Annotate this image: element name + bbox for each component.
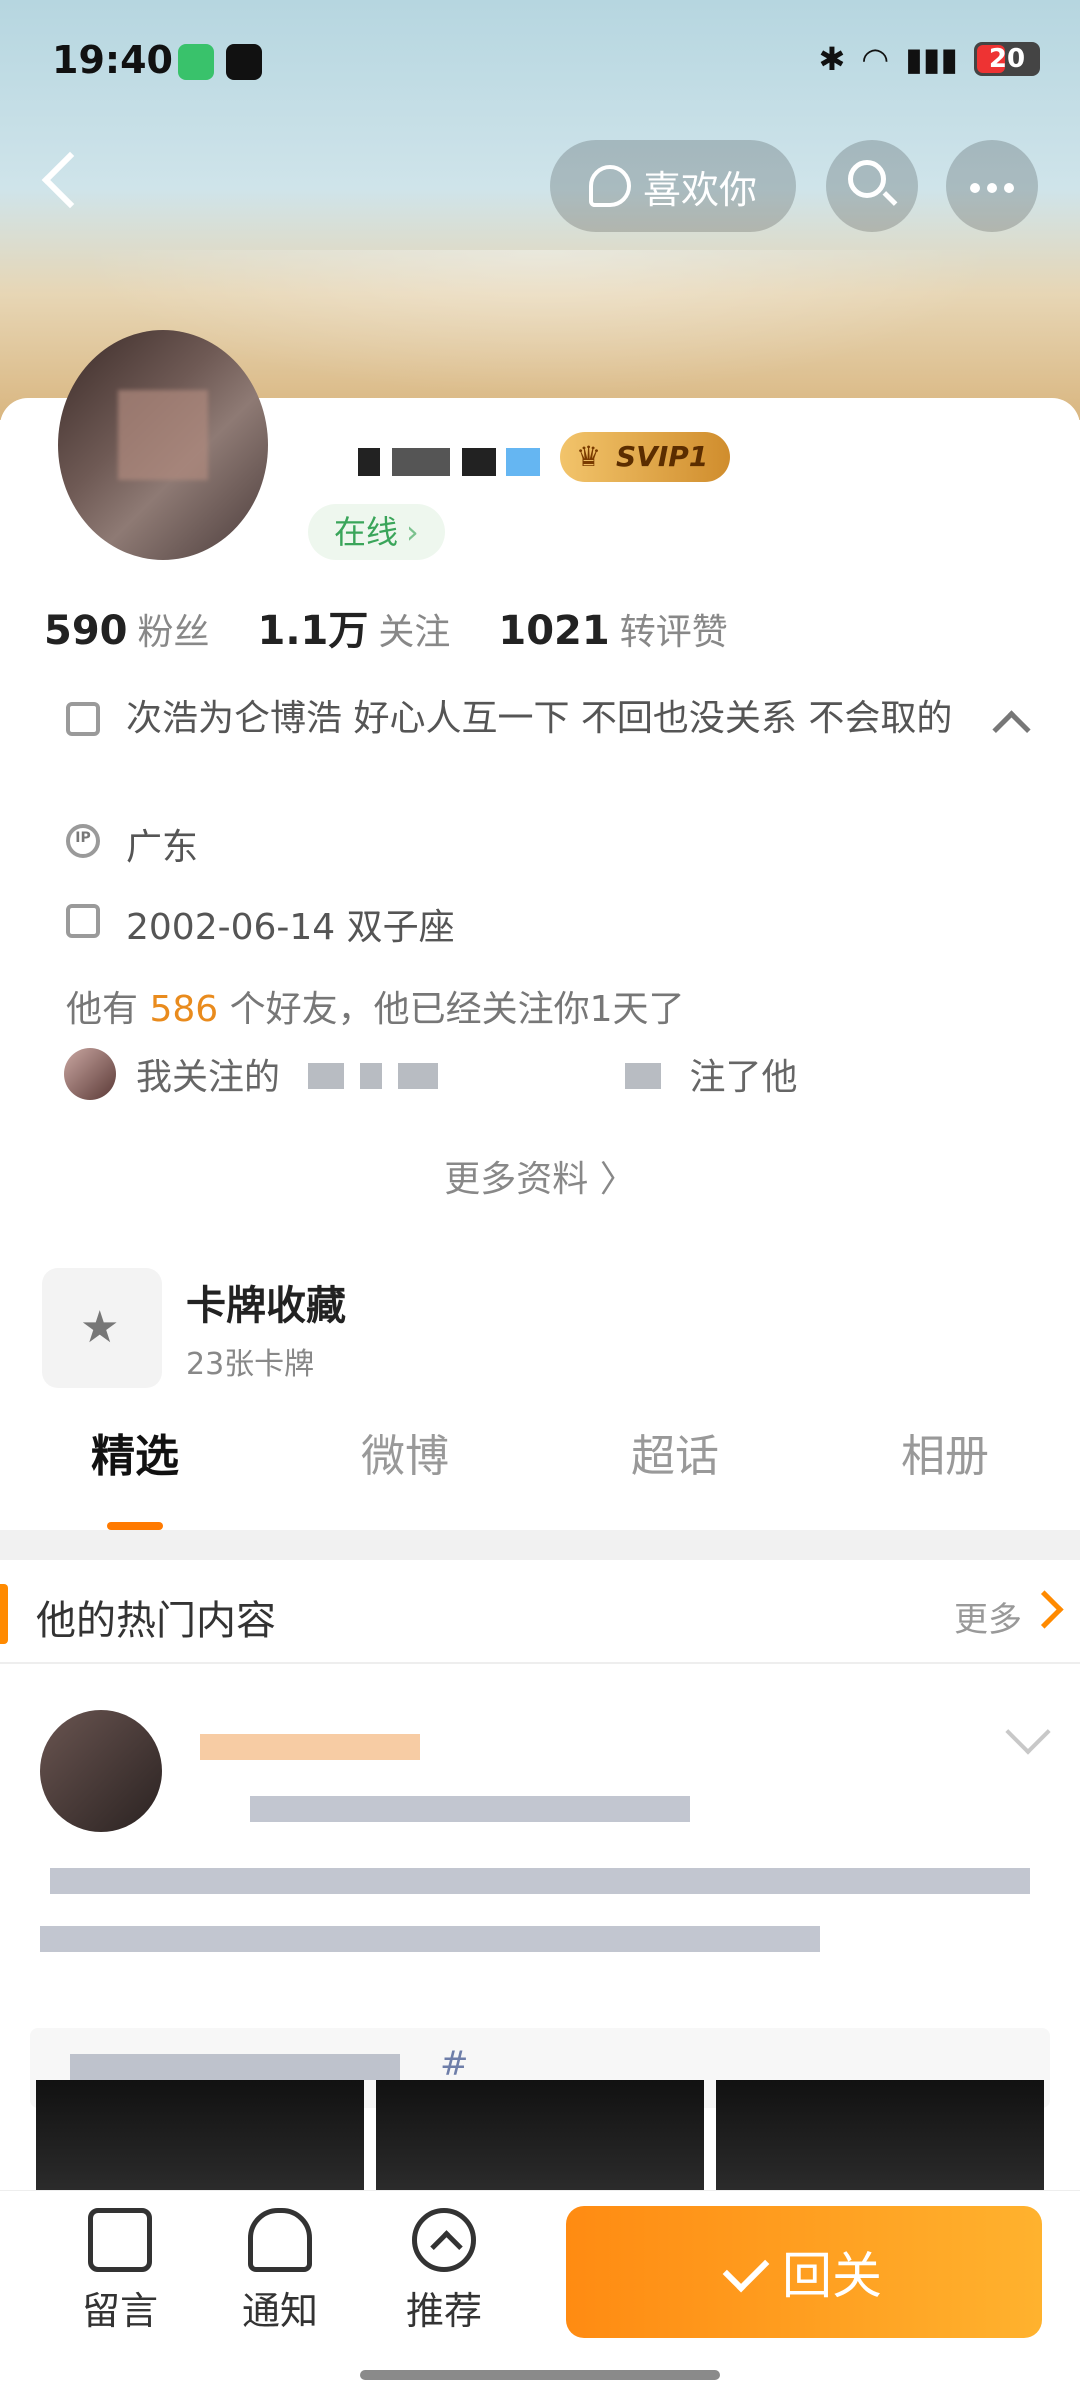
avatar[interactable]: [58, 330, 268, 560]
bluetooth-icon: ✱: [818, 40, 846, 78]
post-image[interactable]: [376, 2080, 704, 2190]
tab-featured[interactable]: 精选: [91, 1420, 179, 1520]
back-button[interactable]: [36, 150, 96, 210]
stat-value: 1.1万: [257, 608, 369, 654]
section-accent-bar: [0, 1584, 8, 1644]
profile-stats: 590 粉丝 1.1万 关注 1021 转评赞: [44, 598, 728, 656]
blurred-hashtag: [70, 2054, 400, 2080]
recommend-label: 推荐: [405, 2289, 482, 2333]
card-collection-count: 23张卡牌: [186, 1347, 315, 1382]
post-menu-chevron-icon[interactable]: [1005, 1709, 1051, 1755]
status-bar: 19:40 ✱ ◠ ▮▮▮ 20: [0, 0, 1080, 120]
calendar-icon: [66, 904, 100, 938]
blurred-username: [200, 1734, 420, 1760]
signal-icon: ▮▮▮: [905, 40, 958, 78]
blur-block: [392, 448, 450, 476]
mutual-names-blurred: [300, 1054, 669, 1095]
mutual-suffix: 注了他: [689, 1057, 798, 1098]
hot-content-title: 他的热门内容: [36, 1598, 276, 1644]
stat-following[interactable]: 1.1万 关注: [258, 598, 451, 656]
blur-block: [462, 448, 496, 476]
notification-app-icon: [226, 44, 262, 80]
status-icons: ✱ ◠ ▮▮▮ 20: [818, 40, 1040, 78]
more-dot: [970, 183, 980, 193]
more-options-button[interactable]: [946, 140, 1038, 232]
blur-block: [358, 448, 380, 476]
birthday-text: 2002-06-14 双子座: [126, 907, 455, 948]
notify-label: 通知: [241, 2289, 318, 2333]
follow-back-button[interactable]: 回关: [566, 2206, 1042, 2338]
tab-weibo[interactable]: 微博: [361, 1420, 449, 1520]
like-you-label: 喜欢你: [642, 167, 757, 212]
bio-row: 次浩为仑博浩 好心人互一下 不回也没关系 不会取的: [66, 696, 986, 742]
like-you-button[interactable]: 喜欢你: [550, 140, 796, 232]
stat-fans[interactable]: 590 粉丝: [44, 603, 210, 655]
mutual-prefix: 我关注的: [136, 1057, 281, 1098]
tab-supertopic[interactable]: 超话: [631, 1420, 719, 1520]
chevron-right-icon[interactable]: [1025, 1590, 1064, 1629]
friends-suffix: 个好友，他已经关注你1天了: [229, 989, 685, 1030]
friends-prefix: 他有: [66, 989, 139, 1030]
stat-label: 粉丝: [137, 612, 210, 653]
message-label: 留言: [81, 2289, 158, 2333]
stat-value: 590: [44, 608, 128, 654]
message-button[interactable]: 留言: [60, 2208, 180, 2335]
document-icon: [66, 702, 100, 736]
battery-text: 20: [988, 44, 1026, 74]
blurred-meta: [250, 1796, 690, 1822]
tab-album[interactable]: 相册: [901, 1420, 989, 1520]
messages-app-icon: [178, 44, 214, 80]
birthday-row: 2002-06-14 双子座: [66, 898, 455, 950]
chevron-right-icon: ›: [406, 513, 419, 551]
post-image[interactable]: [36, 2080, 364, 2190]
checkmark-icon: [722, 2245, 770, 2293]
profile-tabs: 精选 微博 超话 相册: [0, 1420, 1080, 1520]
location-text: 广东: [126, 827, 199, 868]
more-profile-info-link[interactable]: 更多资料 〉: [0, 1150, 1080, 1202]
mutual-avatar: [64, 1048, 116, 1100]
card-collection[interactable]: 卡牌收藏 23张卡牌: [42, 1268, 346, 1388]
blurred-text-line: [50, 1868, 1030, 1894]
bell-icon: [248, 2208, 312, 2272]
mutual-followers-row[interactable]: 我关注的 注了他: [64, 1048, 797, 1100]
blur-block: [506, 448, 540, 476]
section-divider: [0, 1530, 1080, 1560]
post-images: [36, 2080, 1044, 2190]
notify-button[interactable]: 通知: [220, 2208, 340, 2335]
collapse-bio-icon[interactable]: [992, 702, 1028, 738]
ip-location-icon: [66, 824, 100, 858]
battery-indicator: 20: [974, 42, 1040, 76]
friends-count: 586: [149, 989, 219, 1030]
more-dot: [1004, 183, 1014, 193]
hot-content-more[interactable]: 更多: [954, 1592, 1022, 1641]
stat-label: 转评赞: [619, 612, 728, 653]
friends-summary[interactable]: 他有 586 个好友，他已经关注你1天了: [66, 980, 685, 1032]
search-button[interactable]: [826, 140, 918, 232]
svip-badge[interactable]: SVIP1: [560, 432, 731, 482]
status-time: 19:40: [52, 38, 173, 82]
card-collection-icon: [42, 1268, 162, 1388]
chevron-up-circle-icon: [412, 2208, 476, 2272]
card-collection-title: 卡牌收藏: [186, 1283, 346, 1329]
stat-value: 1021: [498, 608, 610, 654]
post-image[interactable]: [716, 2080, 1044, 2190]
user-name-blurred: [358, 440, 558, 484]
bio-text: 次浩为仑博浩 好心人互一下 不回也没关系 不会取的: [126, 698, 953, 739]
follow-back-label: 回关: [782, 2247, 882, 2305]
post-avatar[interactable]: [40, 1710, 162, 1832]
more-dot: [987, 183, 997, 193]
hot-content-header: 他的热门内容 更多: [0, 1564, 1080, 1664]
online-status[interactable]: 在线 ›: [308, 504, 445, 560]
blurred-text-line: [40, 1926, 820, 1952]
comment-icon: [88, 2208, 152, 2272]
recommend-button[interactable]: 推荐: [384, 2208, 504, 2335]
online-label: 在线: [334, 513, 399, 551]
location-row: 广东: [66, 818, 198, 870]
stat-label: 关注: [378, 612, 451, 653]
hashtag-suffix: #: [440, 2044, 469, 2084]
like-hand-icon: [588, 165, 631, 207]
home-indicator: [360, 2370, 720, 2380]
stat-interactions[interactable]: 1021 转评赞: [498, 603, 727, 655]
wifi-icon: ◠: [861, 40, 890, 78]
